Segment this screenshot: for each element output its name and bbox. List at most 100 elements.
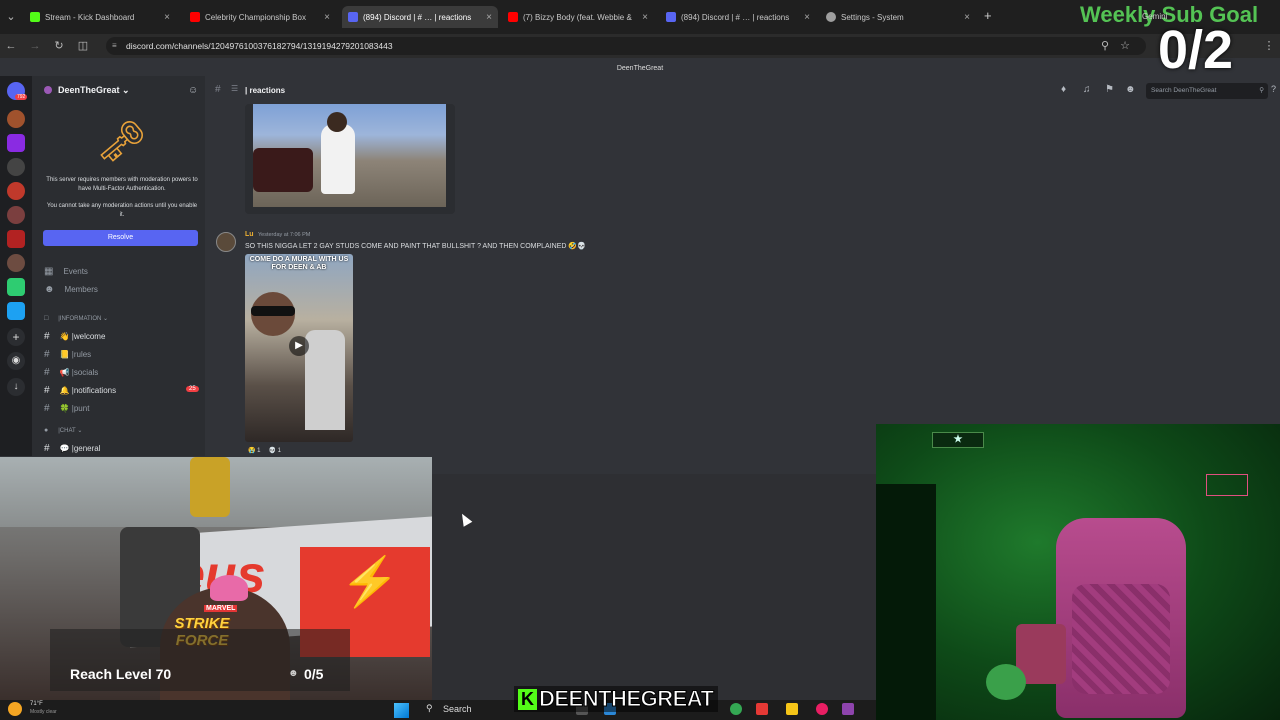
close-tab-icon[interactable]: × (804, 12, 810, 23)
server-name[interactable]: DeenTheGreat ⌄ (58, 85, 130, 96)
tab-discord-active[interactable]: (894) Discord | # … | reactions × (342, 6, 498, 28)
reaction[interactable]: 😭 1 (248, 447, 260, 454)
weather-icon[interactable] (8, 702, 22, 716)
channel-notifications[interactable]: # 🔔 | notifications (44, 385, 116, 396)
channel-type-icon: ☰ (231, 84, 239, 93)
tab-kick-dashboard[interactable]: Stream - Kick Dashboard × (24, 6, 176, 28)
server-badge: 792 (15, 94, 28, 100)
embedded-photo-desert[interactable] (253, 104, 446, 207)
taskbar-app-icon[interactable] (816, 703, 828, 715)
key-icon: 🗝 (96, 120, 147, 164)
search-icon: ⚲ (1259, 87, 1264, 94)
invite-icon[interactable]: ☺ (188, 85, 198, 96)
add-server-icon[interactable]: + (7, 328, 25, 346)
server-icon[interactable] (7, 230, 25, 248)
server-list: 792 + ◉ ↓ (0, 76, 32, 456)
wall-sign: ★ (932, 432, 984, 448)
sunglasses-shape (251, 306, 295, 316)
channel-welcome[interactable]: # 👋 | welcome (44, 331, 105, 342)
file-explorer-icon[interactable] (786, 703, 798, 715)
mfa-notice-2: You cannot take any moderation actions u… (46, 203, 198, 218)
taskbar-search-icon[interactable]: ⚲ (426, 703, 433, 714)
youtube-icon (508, 12, 518, 22)
server-icon[interactable] (7, 278, 25, 296)
member-list-icon[interactable]: ☻ (1125, 84, 1136, 95)
close-tab-icon[interactable]: × (964, 12, 970, 23)
members-item[interactable]: ☻ Members (44, 284, 98, 295)
reaction[interactable]: 💀 1 (268, 447, 280, 454)
server-icon[interactable] (7, 158, 25, 176)
tab-discord-2[interactable]: (894) Discord | # … | reactions × (660, 6, 816, 28)
video-embed[interactable]: COME DO A MURAL WITH US FOR DEEN & AB ▶ (245, 254, 353, 442)
download-icon[interactable]: ↓ (7, 378, 25, 396)
notification-bell-icon[interactable]: ♫ (1083, 84, 1091, 95)
server-icon[interactable] (7, 302, 25, 320)
kick-name-banner: K DEENTHEGREAT (514, 686, 718, 712)
webcam-feed-left: zeus ⚡ MARVEL STRIKE FORCE Reach Level 7… (0, 457, 432, 700)
close-tab-icon[interactable]: × (486, 12, 492, 23)
webcam-feed-right: ★ (876, 424, 1280, 720)
discord-icon (348, 12, 358, 22)
site-info-icon[interactable]: ≡ (112, 37, 117, 55)
channel-socials[interactable]: # 📢 | socials (44, 367, 98, 378)
server-icon[interactable] (7, 182, 25, 200)
lightning-icon: ⚡ (340, 556, 400, 609)
events-item[interactable]: ▦ Events (44, 266, 88, 277)
close-tab-icon[interactable]: × (164, 12, 170, 23)
discord-window-title: DeenTheGreat (616, 65, 664, 72)
forward-icon[interactable]: → (28, 39, 42, 53)
channel-punt[interactable]: # 🍀 | punt (44, 403, 89, 414)
play-icon[interactable]: ▶ (289, 336, 309, 356)
back-icon[interactable]: ← (4, 39, 18, 53)
windows-taskbar: 71°F Mostly clear ⚲ Search (0, 700, 876, 720)
taskbar-app-icon[interactable] (756, 703, 768, 715)
pin-icon[interactable]: ⚑ (1105, 84, 1114, 95)
category-information[interactable]: □ | INFORMATION ⌄ (44, 315, 108, 322)
taskbar-app-icon[interactable] (842, 703, 854, 715)
zoom-icon[interactable]: ⚲ (1098, 39, 1112, 53)
channel-rules[interactable]: # 📒 | rules (44, 349, 91, 360)
sidebar-icon[interactable]: ◫ (76, 39, 90, 53)
reload-icon[interactable]: ↻ (52, 39, 66, 53)
menu-icon[interactable]: ⋮ (1262, 39, 1276, 53)
chair-pattern (1072, 584, 1170, 694)
server-icon[interactable] (7, 134, 25, 152)
tab-list-icon[interactable]: ⌄ (4, 10, 18, 24)
tab-youtube-2[interactable]: (7) Bizzy Body (feat. Webbie & × (502, 6, 654, 28)
calendar-icon: ▦ (44, 266, 54, 277)
server-icon[interactable] (7, 206, 25, 224)
category-chat[interactable]: ● | CHAT ⌄ (44, 427, 82, 434)
tab-youtube-1[interactable]: Celebrity Championship Box × (184, 6, 336, 28)
channel-sidebar: DeenTheGreat ⌄ ☺ 🗝 This server requires … (32, 76, 205, 456)
channel-general[interactable]: # 💬 | general (44, 443, 101, 454)
tab-settings[interactable]: Settings - System × (820, 6, 976, 28)
avatar[interactable] (216, 232, 236, 252)
close-tab-icon[interactable]: × (324, 12, 330, 23)
category-icon: □ (44, 315, 49, 322)
new-tab-button[interactable]: + (984, 8, 992, 23)
search-input[interactable]: Search DeenTheGreat ⚲ (1146, 83, 1268, 99)
help-icon[interactable]: ? (1271, 84, 1276, 94)
windows-start-icon[interactable] (394, 703, 409, 718)
youtube-icon (190, 12, 200, 22)
threads-icon[interactable]: ♦ (1061, 84, 1066, 95)
server-icon[interactable] (7, 110, 25, 128)
plant-shape (986, 664, 1026, 700)
bookmark-star-icon[interactable]: ☆ (1118, 39, 1132, 53)
chrome-icon[interactable] (730, 703, 742, 715)
channel-title: | reactions (245, 86, 286, 95)
message-author[interactable]: Lu (245, 231, 254, 238)
resolve-button[interactable]: Resolve (43, 230, 198, 246)
led-frame (1206, 474, 1248, 496)
server-avatar (44, 86, 52, 94)
reactions-row: 😭 1 💀 1 (248, 447, 281, 454)
server-icon[interactable] (7, 254, 25, 272)
taskbar-search[interactable]: Search (443, 704, 472, 714)
gold-balloons (190, 457, 230, 517)
message-timestamp: Yesterday at 7:06 PM (258, 232, 311, 238)
url-field[interactable]: ≡ discord.com/channels/12049761003761827… (106, 37, 1146, 55)
explore-icon[interactable]: ◉ (7, 352, 25, 370)
close-tab-icon[interactable]: × (642, 12, 648, 23)
reach-level-label: Reach Level 70 (70, 666, 172, 682)
gemini-button[interactable]: Gemini (1142, 12, 1167, 21)
